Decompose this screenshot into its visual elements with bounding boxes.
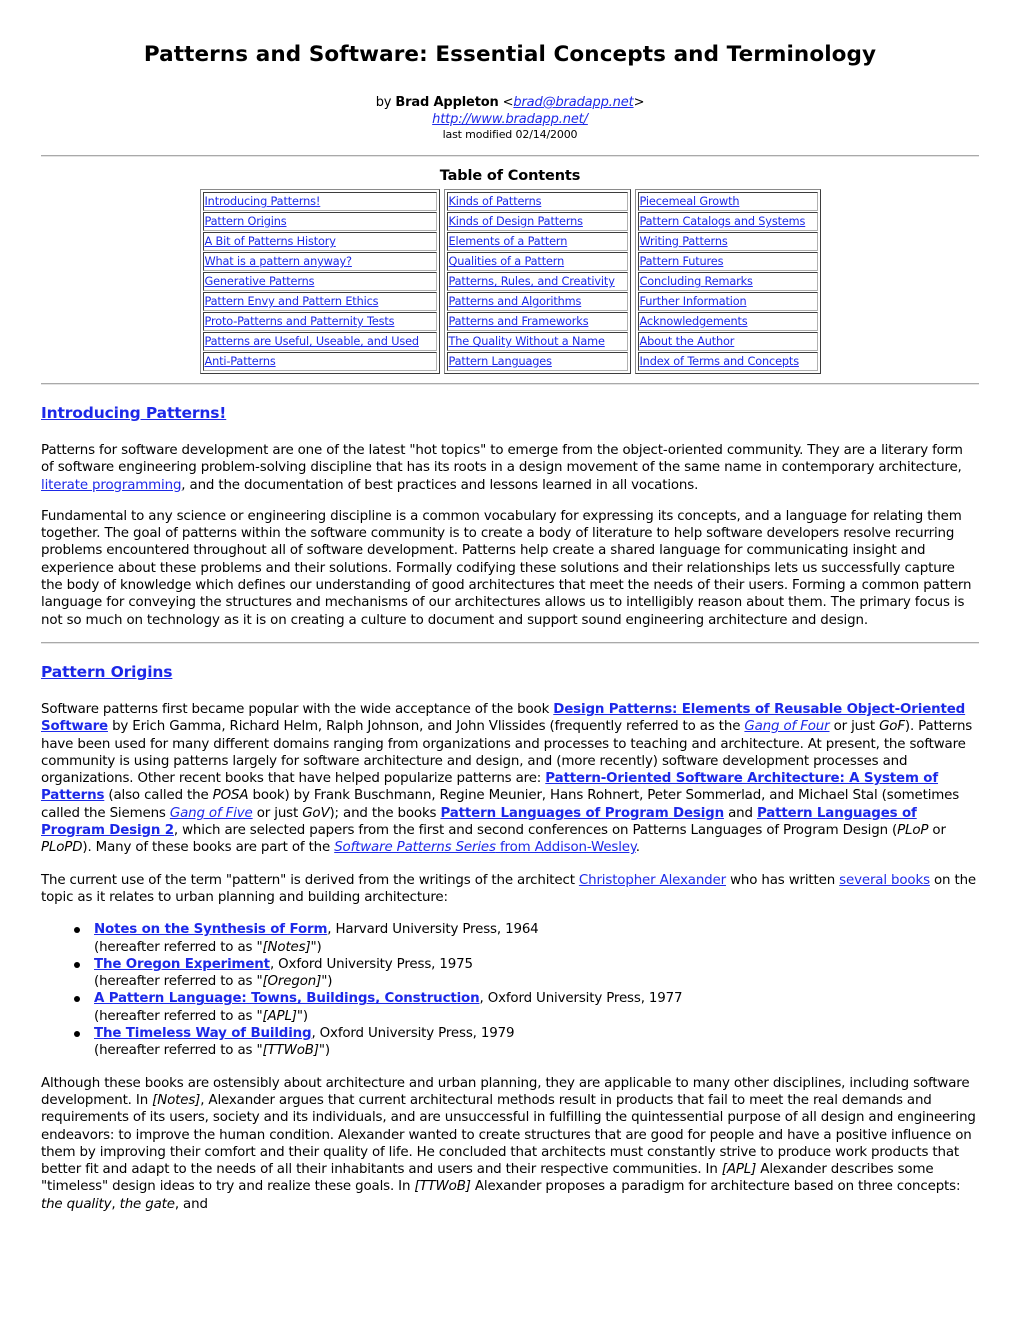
toc-cell: Further Information (637, 292, 818, 311)
toc-link[interactable]: Pattern Languages (449, 355, 552, 368)
software-patterns-series-link[interactable]: Software Patterns Series from Addison-We… (334, 840, 636, 855)
toc-link[interactable]: Writing Patterns (640, 235, 728, 248)
toc-link[interactable]: Proto-Patterns and Patternity Tests (205, 315, 395, 328)
toc-cell: Generative Patterns (202, 272, 437, 291)
gang-of-five-link[interactable]: Gang of Five (170, 806, 253, 821)
author-name: Brad Appleton (395, 95, 499, 110)
toc-link[interactable]: Further Information (640, 295, 747, 308)
toc-cell: A Bit of Patterns History (202, 232, 437, 251)
toc-link[interactable]: Acknowledgements (640, 315, 748, 328)
toc-cell: Index of Terms and Concepts (637, 352, 818, 371)
toc-link[interactable]: Kinds of Design Patterns (449, 215, 584, 228)
toc-cell: Kinds of Patterns (446, 192, 628, 211)
gang-of-four-link[interactable]: Gang of Four (744, 719, 829, 734)
document-page: Patterns and Software: Essential Concept… (0, 0, 1020, 1213)
toc-cell: Pattern Languages (446, 352, 628, 371)
toc-link[interactable]: Pattern Envy and Pattern Ethics (205, 295, 379, 308)
toc-link[interactable]: Pattern Futures (640, 255, 724, 268)
section-heading-pattern-origins: Pattern Origins (41, 662, 979, 682)
author-email-link[interactable]: brad@bradapp.net (513, 95, 633, 110)
toc-column: Introducing Patterns! Pattern Origins A Bi… (199, 189, 440, 374)
toc-cell: Proto-Patterns and Patternity Tests (202, 312, 437, 331)
toc-link[interactable]: Kinds of Patterns (449, 195, 542, 208)
divider (41, 383, 979, 385)
book-link[interactable]: A Pattern Language: Towns, Buildings, Co… (94, 991, 480, 1006)
paragraph: Patterns for software development are on… (41, 443, 963, 493)
author-line: by Brad Appleton <brad@bradapp.net> (375, 95, 645, 110)
toc-link[interactable]: Patterns and Frameworks (449, 315, 589, 328)
toc-cell: Patterns and Frameworks (446, 312, 628, 331)
toc-column: Piecemeal Growth Pattern Catalogs and Sys… (634, 189, 821, 374)
book-link-plopd[interactable]: Pattern Languages of Program Design (440, 806, 724, 821)
toc-cell: Patterns, Rules, and Creativity (446, 272, 628, 291)
toc-cell: Pattern Origins (202, 212, 437, 231)
toc-link[interactable]: The Quality Without a Name (449, 335, 605, 348)
toc-cell: Writing Patterns (637, 232, 818, 251)
several-books-link[interactable]: several books (839, 873, 930, 888)
table-of-contents: Introducing Patterns! Pattern Origins A Bi… (41, 189, 979, 374)
toc-cell: Patterns are Useful, Useable, and Used (202, 332, 437, 351)
book-link[interactable]: The Oregon Experiment (94, 957, 270, 972)
byline: by Brad Appleton <brad@bradapp.net> http… (41, 95, 979, 141)
toc-link[interactable]: Elements of a Pattern (449, 235, 568, 248)
toc-link[interactable]: What is a pattern anyway? (205, 255, 353, 268)
list-item: Notes on the Synthesis of Form, Harvard … (74, 921, 979, 956)
toc-cell: Pattern Catalogs and Systems (637, 212, 818, 231)
toc-cell: Anti-Patterns (202, 352, 437, 371)
toc-cell: Concluding Remarks (637, 272, 818, 291)
toc-link[interactable]: Patterns, Rules, and Creativity (449, 275, 615, 288)
toc-link[interactable]: Index of Terms and Concepts (640, 355, 800, 368)
toc-column: Kinds of Patterns Kinds of Design Pattern… (443, 189, 631, 374)
toc-cell: The Quality Without a Name (446, 332, 628, 351)
toc-link[interactable]: Qualities of a Pattern (449, 255, 565, 268)
toc-link[interactable]: Introducing Patterns! (205, 195, 321, 208)
section-anchor-link[interactable]: Pattern Origins (41, 663, 173, 681)
paragraph: Fundamental to any science or engineerin… (41, 508, 972, 628)
toc-cell: Introducing Patterns! (202, 192, 437, 211)
section-heading-introducing-patterns: Introducing Patterns! (41, 403, 979, 423)
toc-cell: What is a pattern anyway? (202, 252, 437, 271)
book-link[interactable]: Notes on the Synthesis of Form (94, 922, 327, 937)
toc-title: Table of Contents (439, 168, 581, 184)
book-link[interactable]: The Timeless Way of Building (94, 1026, 312, 1041)
toc-link[interactable]: Concluding Remarks (640, 275, 753, 288)
toc-cell: Pattern Envy and Pattern Ethics (202, 292, 437, 311)
toc-cell: Qualities of a Pattern (446, 252, 628, 271)
toc-link[interactable]: A Bit of Patterns History (205, 235, 336, 248)
toc-link[interactable]: Patterns are Useful, Useable, and Used (205, 335, 420, 348)
toc-link[interactable]: Piecemeal Growth (640, 195, 740, 208)
toc-cell: Pattern Futures (637, 252, 818, 271)
toc-link[interactable]: Anti-Patterns (205, 355, 276, 368)
toc-cell: Acknowledgements (637, 312, 818, 331)
toc-cell: Piecemeal Growth (637, 192, 818, 211)
toc-cell: Kinds of Design Patterns (446, 212, 628, 231)
toc-link[interactable]: Generative Patterns (205, 275, 315, 288)
christopher-alexander-link[interactable]: Christopher Alexander (579, 873, 726, 888)
list-item: The Oregon Experiment, Oxford University… (74, 956, 979, 991)
toc-link[interactable]: Patterns and Algorithms (449, 295, 582, 308)
literate-programming-link[interactable]: literate programming (41, 478, 181, 493)
toc-cell: Elements of a Pattern (446, 232, 628, 251)
divider (41, 155, 979, 157)
toc-link[interactable]: About the Author (640, 335, 735, 348)
paragraph: Software patterns first became popular w… (41, 701, 973, 856)
section-anchor-link[interactable]: Introducing Patterns! (41, 404, 226, 422)
toc-cell: About the Author (637, 332, 818, 351)
alexander-books-list: Notes on the Synthesis of Form, Harvard … (41, 921, 979, 1059)
page-title: Patterns and Software: Essential Concept… (143, 42, 877, 67)
divider (41, 641, 979, 644)
last-modified: last modified 02/14/2000 (442, 128, 578, 141)
paragraph: Although these books are ostensibly abou… (41, 1075, 976, 1212)
toc-link[interactable]: Pattern Catalogs and Systems (640, 215, 806, 228)
toc-cell: Patterns and Algorithms (446, 292, 628, 311)
toc-link[interactable]: Pattern Origins (205, 215, 287, 228)
paragraph: The current use of the term "pattern" is… (41, 872, 977, 905)
list-item: The Timeless Way of Building, Oxford Uni… (74, 1025, 979, 1060)
list-item: A Pattern Language: Towns, Buildings, Co… (74, 990, 979, 1025)
author-homepage-link[interactable]: http://www.bradapp.net/ (432, 112, 588, 127)
